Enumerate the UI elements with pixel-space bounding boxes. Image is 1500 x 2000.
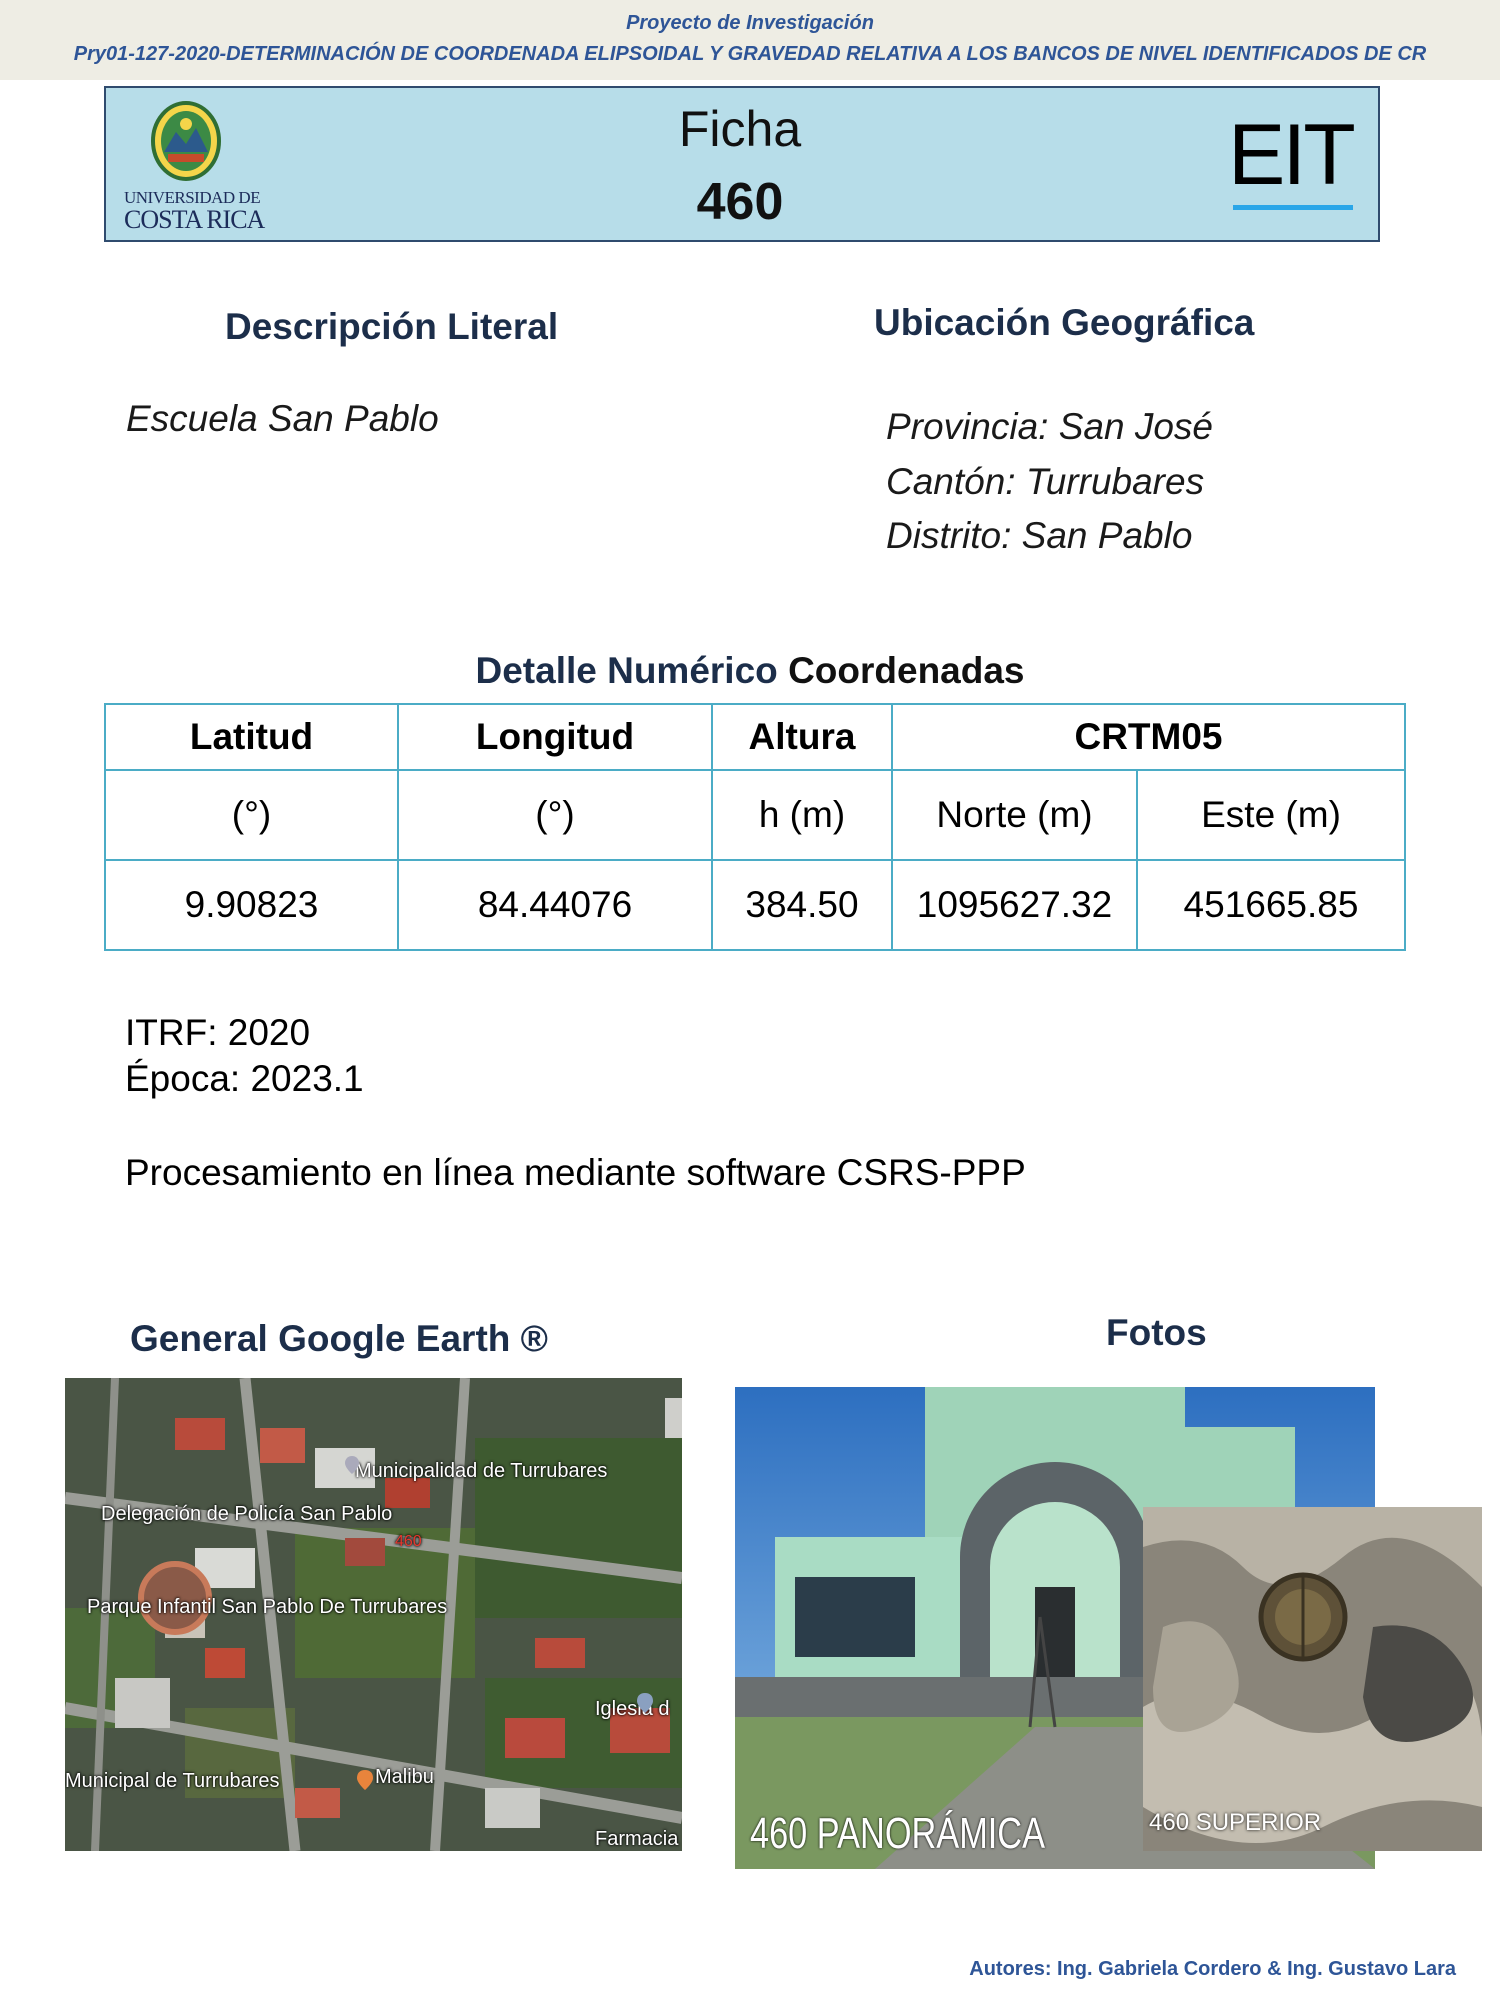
map-label-delegacion: Delegación de Policía San Pablo — [101, 1503, 393, 1525]
church-pin-icon — [637, 1693, 653, 1713]
detalle-heading-part2: Coordenadas — [788, 650, 1025, 691]
distrito-text: Distrito: San Pablo — [886, 515, 1193, 556]
provincia-text: Provincia: San José — [886, 406, 1214, 447]
descripcion-text: Escuela San Pablo — [126, 398, 439, 439]
ficha-label: Ficha — [678, 101, 802, 157]
map-label-municipalidad: Municipalidad de Turrubares — [355, 1460, 608, 1482]
value-este: 451665.85 — [1136, 859, 1406, 951]
map-label-municipal: Municipal de Turrubares — [65, 1770, 280, 1792]
superior-photo-image — [1143, 1507, 1482, 1851]
unit-latitud: (°) — [104, 769, 399, 861]
map-pin-icon — [345, 1456, 359, 1474]
detalle-heading: Detalle Numérico Coordenadas — [0, 650, 1500, 692]
pano-caption: 460 PANORÁMICA — [750, 1809, 1045, 1858]
unit-altura: h (m) — [711, 769, 893, 861]
procesamiento-text: Procesamiento en línea mediante software… — [125, 1152, 1026, 1193]
coordinates-table: Latitud Longitud Altura CRTM05 (°) (°) h… — [104, 703, 1406, 951]
ubicacion-heading: Ubicación Geográfica — [874, 302, 1255, 343]
ficha-number: 460 — [696, 173, 784, 231]
university-seal-icon — [151, 101, 221, 181]
project-label: Proyecto de Investigación — [626, 12, 874, 34]
footer-authors: Autores: Ing. Gabriela Cordero & Ing. Gu… — [969, 1958, 1456, 1980]
map-label-iglesia: Iglesia d — [595, 1698, 670, 1720]
table-values-row: 9.90823 84.44076 384.50 1095627.32 45166… — [104, 859, 1406, 951]
header-latitud: Latitud — [104, 703, 399, 771]
unit-este: Este (m) — [1136, 769, 1406, 861]
map-label-parque: Parque Infantil San Pablo De Turrubares — [87, 1596, 448, 1618]
epoca-text: Época: 2023.1 — [125, 1058, 364, 1099]
value-longitud: 84.44076 — [397, 859, 713, 951]
restaurant-pin-icon — [357, 1770, 373, 1790]
table-units-row: (°) (°) h (m) Norte (m) Este (m) — [104, 769, 1406, 861]
google-earth-heading: General Google Earth ® — [130, 1318, 548, 1359]
fotos-heading: Fotos — [1106, 1312, 1207, 1353]
unit-longitud: (°) — [397, 769, 713, 861]
value-norte: 1095627.32 — [891, 859, 1138, 951]
detalle-heading-part1: Detalle Numérico — [475, 650, 778, 691]
eit-logo-text: EIT — [1228, 107, 1356, 203]
map-marker-label: 460 — [395, 1533, 422, 1550]
descripcion-heading: Descripción Literal — [225, 306, 559, 347]
value-altura: 384.50 — [711, 859, 893, 951]
header-crtm05: CRTM05 — [891, 703, 1406, 771]
header-longitud: Longitud — [397, 703, 713, 771]
google-earth-map: Municipalidad de Turrubares Delegación d… — [65, 1378, 682, 1851]
map-label-malibu: Malibu — [375, 1766, 434, 1788]
itrf-text: ITRF: 2020 — [125, 1012, 311, 1053]
superior-caption: 460 SUPERIOR — [1149, 1809, 1322, 1836]
university-name-line2: COSTA RICA — [124, 205, 265, 234]
table-header-row: Latitud Longitud Altura CRTM05 — [104, 703, 1406, 771]
project-title: Pry01-127-2020-DETERMINACIÓN DE COORDENA… — [73, 43, 1427, 65]
superior-photo: 460 SUPERIOR — [1143, 1507, 1482, 1851]
eit-underline — [1233, 205, 1353, 210]
header-altura: Altura — [711, 703, 893, 771]
unit-norte: Norte (m) — [891, 769, 1138, 861]
canton-text: Cantón: Turrubares — [886, 461, 1205, 502]
value-latitud: 9.90823 — [104, 859, 399, 951]
map-label-farmacia: Farmacia — [595, 1828, 679, 1850]
